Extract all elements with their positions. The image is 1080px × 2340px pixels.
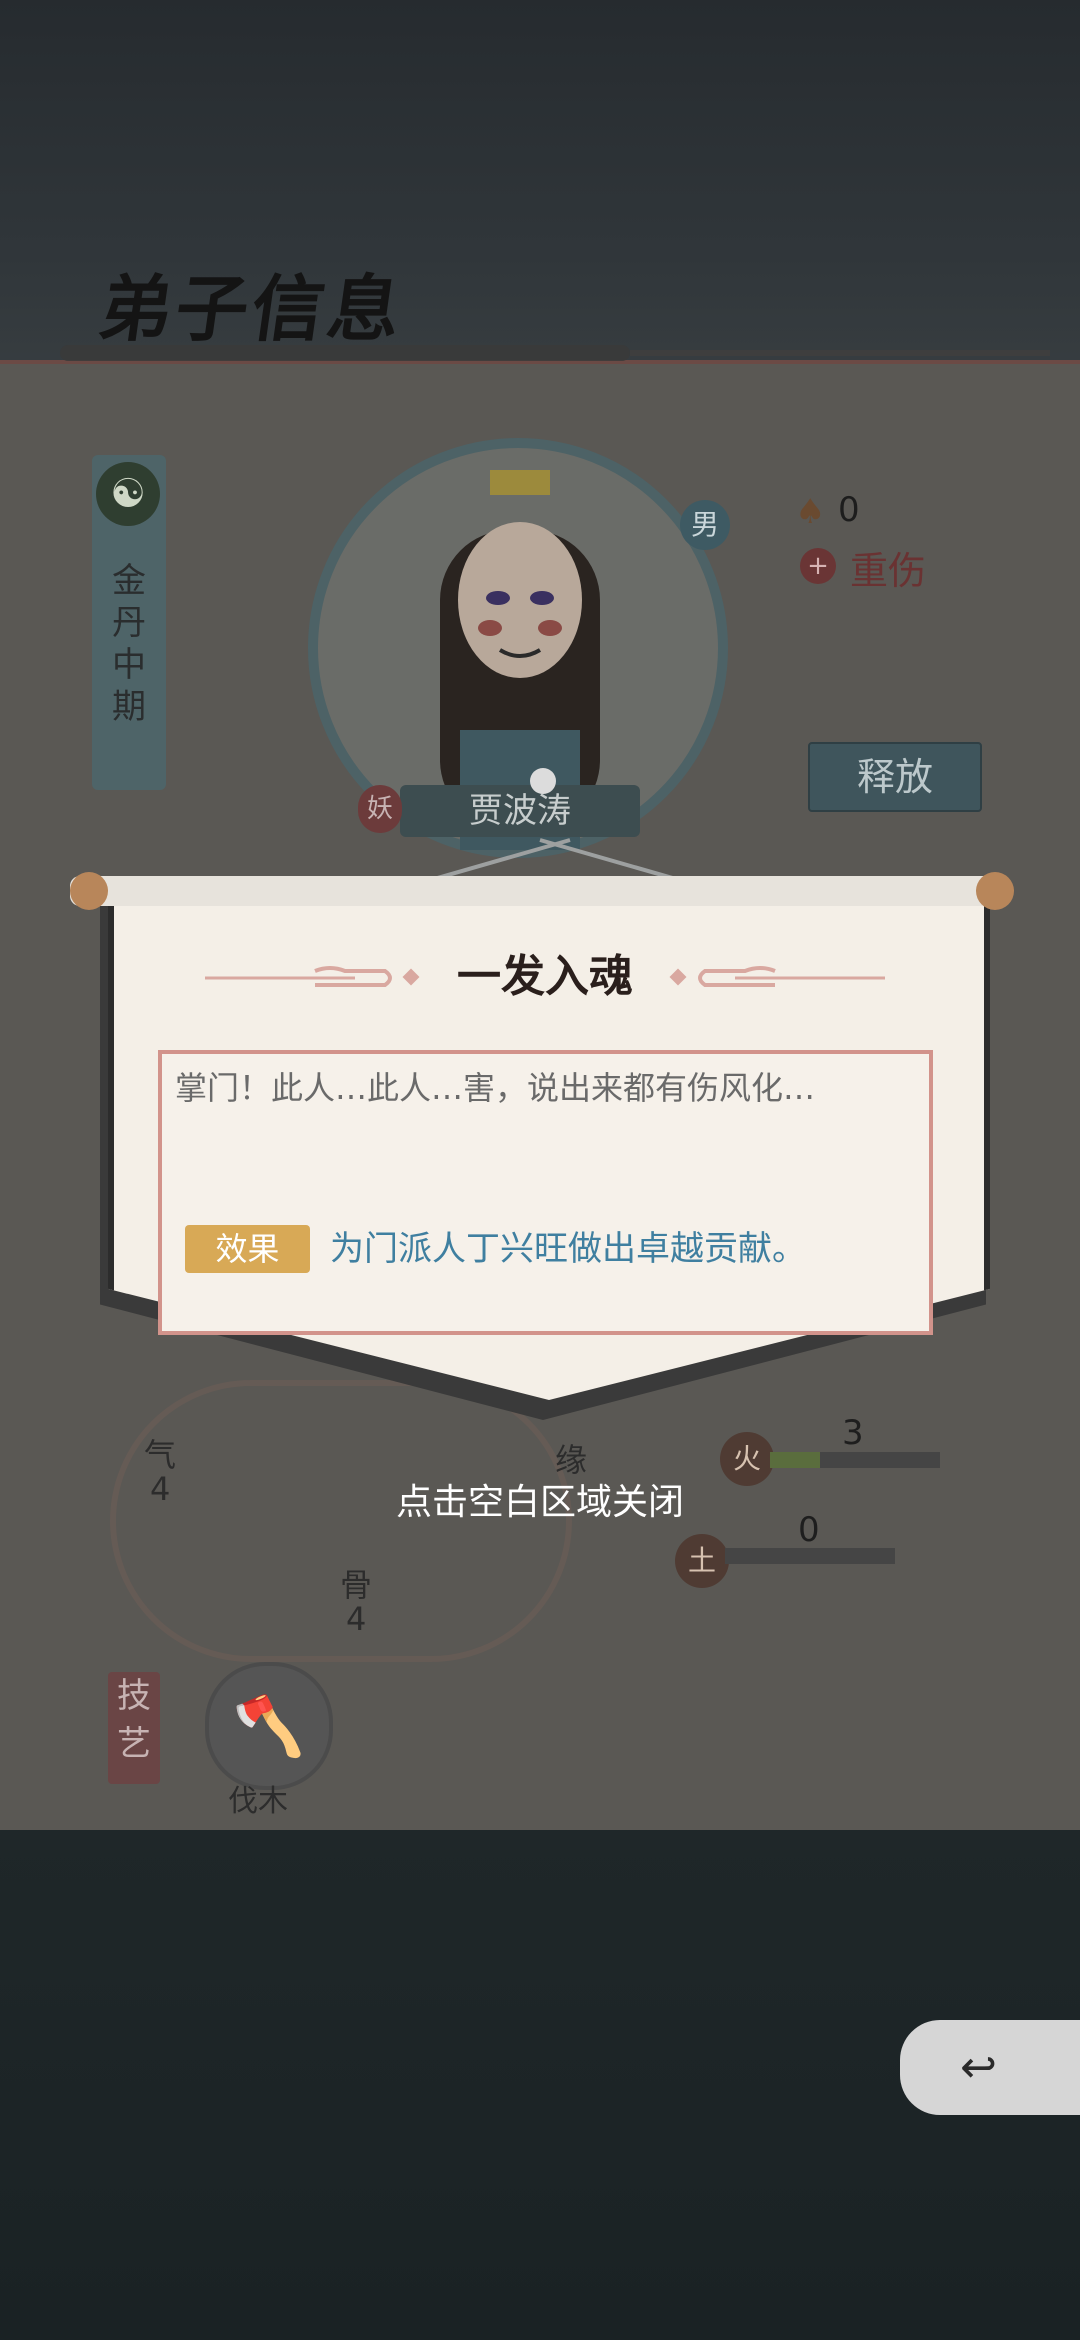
popup-flavor-text: 掌门！此人…此人…害，说出来都有伤风化…	[175, 1069, 816, 1107]
scroll-hook	[530, 768, 556, 794]
scroll-rod-cap-left	[70, 872, 108, 910]
scroll-rod-cap-right	[976, 872, 1014, 910]
title-cloud-ornament-right	[669, 966, 885, 987]
effect-tag: 效果	[185, 1225, 310, 1273]
scroll-rod	[70, 876, 1010, 906]
close-hint[interactable]: 点击空白区域关闭	[340, 1475, 740, 1531]
effect-description: 为门派人丁兴旺做出卓越贡献。	[330, 1229, 806, 1269]
popup-title: 一发入魂	[457, 951, 633, 1002]
title-cloud-ornament-left	[205, 966, 420, 987]
